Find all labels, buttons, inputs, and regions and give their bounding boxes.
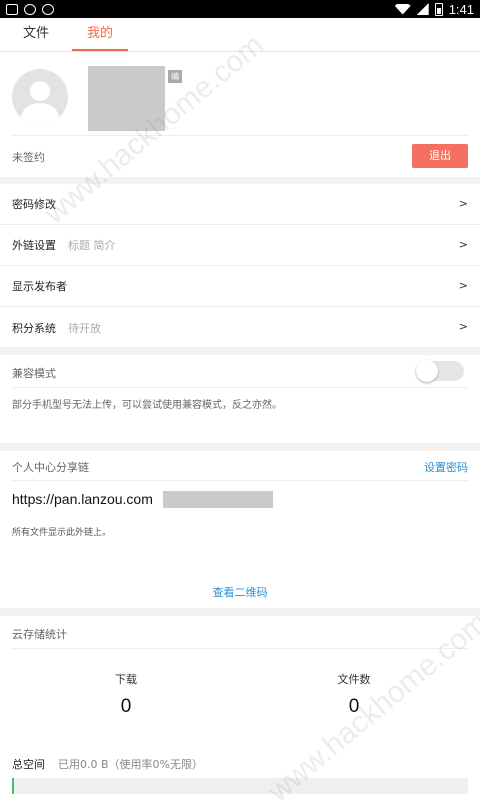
wifi-icon — [394, 3, 411, 15]
share-url-redacted — [163, 491, 273, 508]
storage-stats: 云存储统计 下载 0 文件数 0 总空间 已用0.0 B（使用率0%无限） — [0, 616, 480, 800]
chevron-right-icon: > — [458, 279, 468, 292]
share-url[interactable]: https://pan.lanzou.com — [12, 491, 153, 507]
compat-title: 兼容模式 — [12, 367, 56, 380]
divider — [12, 135, 468, 136]
tab-files[interactable]: 文件 — [8, 18, 64, 51]
settings-item-points[interactable]: 积分系统 待开放 > — [0, 307, 480, 348]
logout-button[interactable]: 退出 — [412, 144, 468, 168]
status-time: 1:41 — [448, 1, 474, 17]
avatar[interactable] — [12, 69, 68, 125]
toggle-knob — [416, 360, 438, 382]
stats-title: 云存储统计 — [12, 628, 67, 641]
settings-item-link[interactable]: 外链设置 标题 简介 > — [0, 225, 480, 266]
shield-icon — [42, 3, 54, 15]
tab-mine[interactable]: 我的 — [72, 18, 128, 51]
edit-icon[interactable]: 编 — [168, 70, 182, 83]
compat-section: 兼容模式 部分手机型号无法上传，可以尝试使用兼容模式，反之亦然。 — [0, 355, 480, 443]
screenshot-icon — [6, 3, 18, 15]
divider — [12, 480, 468, 481]
share-note: 所有文件显示此外链上。 — [12, 528, 112, 538]
avatar-body-shape — [21, 103, 59, 125]
status-bar: 1:41 — [0, 0, 480, 18]
chevron-right-icon: > — [458, 197, 468, 210]
chevron-right-icon: > — [458, 238, 468, 251]
settings-item-subtitle: 待开放 — [68, 321, 101, 335]
settings-item-label: 显示发布者 — [12, 280, 67, 293]
total-space-value: 已用0.0 B（使用率0%无限） — [58, 758, 203, 771]
status-left-icons — [6, 3, 54, 15]
view-qrcode-link[interactable]: 查看二维码 — [0, 584, 480, 600]
share-title: 个人中心分享链 — [12, 461, 89, 474]
divider — [12, 387, 468, 388]
settings-item-publisher[interactable]: 显示发布者 > — [0, 266, 480, 307]
compat-toggle[interactable] — [416, 360, 464, 382]
download-value: 0 — [120, 696, 132, 717]
usage-bar — [12, 778, 468, 794]
divider — [12, 648, 468, 649]
usage-bar-fill — [12, 778, 14, 794]
compat-description: 部分手机型号无法上传，可以尝试使用兼容模式，反之亦然。 — [12, 400, 282, 411]
sync-icon — [24, 3, 36, 15]
chevron-right-icon: > — [458, 320, 468, 333]
share-section: 个人中心分享链 设置密码 https://pan.lanzou.com 所有文件… — [0, 451, 480, 608]
total-space-label: 总空间 — [12, 758, 45, 771]
download-stat: 下载 0 — [86, 671, 166, 718]
signal-icon — [416, 3, 429, 15]
set-password-link[interactable]: 设置密码 — [424, 459, 468, 475]
avatar-head-shape — [30, 81, 50, 101]
settings-item-label: 积分系统 — [12, 321, 56, 335]
battery-icon — [434, 2, 443, 16]
sign-status: 未签约 — [12, 151, 45, 164]
download-caption: 下载 — [115, 673, 137, 686]
status-right-icons: 1:41 — [394, 1, 474, 17]
settings-item-subtitle: 标题 简介 — [68, 239, 116, 252]
settings-item-label: 外链设置 — [12, 239, 56, 252]
